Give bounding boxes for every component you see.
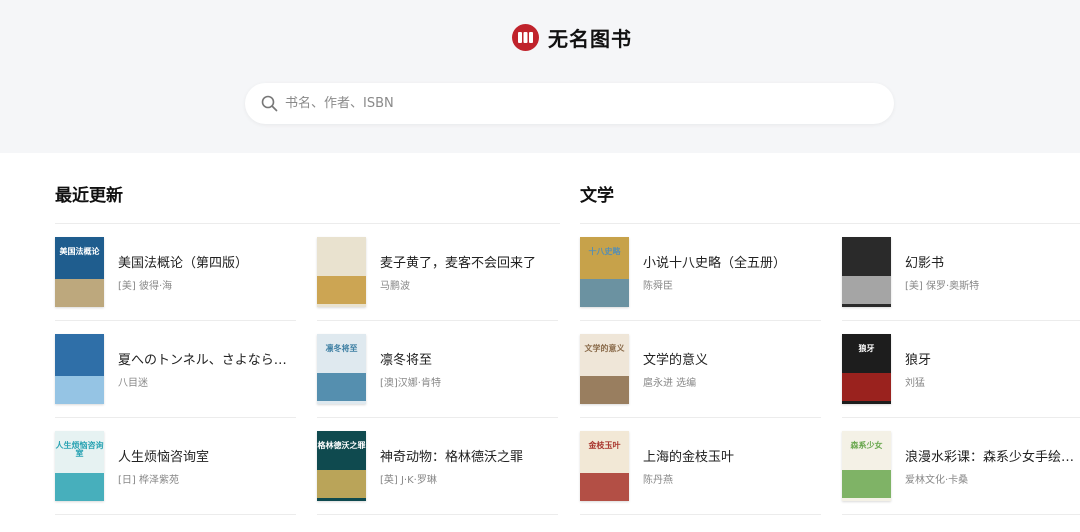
book-card[interactable]: 凛冬将至 凛冬将至 [澳]汉娜·肯特 <box>317 321 558 418</box>
book-logo-icon <box>512 23 539 51</box>
book-author: [日] 桦泽紫苑 <box>118 475 179 486</box>
book-cover[interactable]: 人生烦恼咨询室 <box>55 431 104 501</box>
book-title[interactable]: 麦子黄了，麦客不会回来了 <box>380 252 536 271</box>
book-info: 幻影书 [美] 保罗·奥斯特 <box>905 252 979 292</box>
book-info: 上海的金枝玉叶陈丹燕 <box>643 446 734 486</box>
cover-art <box>842 372 891 401</box>
cover-art <box>55 279 104 307</box>
book-grid: 美国法概论美国法概论（第四版） [美] 彼得·海 麦子黄了，麦客不会回来了马鹏波夏へ… <box>55 224 560 515</box>
cover-title: 森系少女 <box>850 439 883 450</box>
book-card[interactable]: 人生烦恼咨询室 人生烦恼咨询室 [日] 桦泽紫苑 <box>55 418 296 515</box>
book-author: 八目迷 <box>118 378 148 389</box>
cover-art <box>55 376 104 404</box>
book-cover[interactable] <box>317 237 366 307</box>
search-bar[interactable] <box>245 83 894 124</box>
search-input[interactable] <box>285 96 865 111</box>
book-title[interactable]: 上海的金枝玉叶 <box>643 446 734 465</box>
book-info: 狼牙 刘猛 <box>905 349 931 389</box>
book-info: 美国法概论（第四版） [美] 彼得·海 <box>118 252 248 292</box>
section-title[interactable]: 文学 <box>580 180 1080 212</box>
book-title[interactable]: 文学的意义 <box>643 349 708 368</box>
book-card[interactable]: 麦子黄了，麦客不会回来了马鹏波 <box>317 224 558 321</box>
book-title[interactable]: 小说十八史略（全五册） <box>643 252 786 271</box>
cover-title: 十八史略 <box>588 245 621 256</box>
book-cover[interactable]: 金枝玉叶 <box>580 431 629 501</box>
book-info: 小说十八史略（全五册） 陈舜臣 <box>643 252 786 292</box>
book-info: 麦子黄了，麦客不会回来了马鹏波 <box>380 252 536 292</box>
cover-title: 格林德沃之罪 <box>317 439 366 450</box>
book-card[interactable]: 幻影书 [美] 保罗·奥斯特 <box>842 224 1080 321</box>
cover-title: 金枝玉叶 <box>588 439 621 450</box>
cover-title: 文学的意义 <box>584 342 625 353</box>
book-info: 人生烦恼咨询室 [日] 桦泽紫苑 <box>118 446 209 486</box>
section-literature: 文学 十八史略 小说十八史略（全五册） 陈舜臣 幻影书 [美] 保罗·奥斯特 文学的意义文… <box>580 180 1080 515</box>
book-title[interactable]: 美国法概论（第四版） <box>118 252 248 271</box>
book-title[interactable]: 幻影书 <box>905 252 979 271</box>
book-cover[interactable] <box>842 237 891 307</box>
cover-art <box>317 372 366 401</box>
cover-title: 美国法概论 <box>59 245 100 256</box>
brand-name: 无名图书 <box>548 26 632 51</box>
book-cover[interactable] <box>55 334 104 404</box>
cover-art <box>580 376 629 404</box>
cover-title: 狼牙 <box>858 342 875 353</box>
book-title[interactable]: 浪漫水彩课：森系少女手绘技法 <box>905 446 1080 465</box>
book-author: 陈丹燕 <box>643 475 673 486</box>
book-author: [澳]汉娜·肯特 <box>380 378 441 389</box>
book-grid: 十八史略 小说十八史略（全五册） 陈舜臣 幻影书 [美] 保罗·奥斯特 文学的意义 文学的意… <box>580 224 1080 515</box>
book-author: [美] 保罗·奥斯特 <box>905 281 980 292</box>
book-info: 文学的意义扈永进 选编 <box>643 349 708 389</box>
book-card[interactable]: 森系少女浪漫水彩课：森系少女手绘技法爱林文化·卡桑 <box>842 418 1080 515</box>
book-card[interactable]: 美国法概论美国法概论（第四版） [美] 彼得·海 <box>55 224 296 321</box>
book-cover[interactable]: 文学的意义 <box>580 334 629 404</box>
book-author: 扈永进 选编 <box>643 378 697 389</box>
brand[interactable]: 无名图书 <box>512 23 632 51</box>
book-title[interactable]: 夏へのトンネル、さよならの... <box>118 349 296 368</box>
cover-title: 凛冬将至 <box>325 342 358 353</box>
cover-title: 人生烦恼咨询室 <box>55 439 104 459</box>
book-cover[interactable]: 森系少女 <box>842 431 891 501</box>
cover-art <box>317 469 366 498</box>
cover-art <box>842 469 891 498</box>
book-author: 爱林文化·卡桑 <box>905 475 969 486</box>
book-info: 凛冬将至 [澳]汉娜·肯特 <box>380 349 441 389</box>
book-author: 陈舜臣 <box>643 281 673 292</box>
book-author: 马鹏波 <box>380 281 410 292</box>
cover-art <box>842 275 891 304</box>
book-author: [英] J·K·罗琳 <box>380 475 437 486</box>
book-card[interactable]: 格林德沃之罪神奇动物：格林德沃之罪 [英] J·K·罗琳 <box>317 418 558 515</box>
cover-art <box>55 473 104 501</box>
cover-art <box>580 279 629 307</box>
book-author: [美] 彼得·海 <box>118 281 173 292</box>
book-cover[interactable]: 美国法概论 <box>55 237 104 307</box>
book-cover[interactable]: 狼牙 <box>842 334 891 404</box>
book-title[interactable]: 人生烦恼咨询室 <box>118 446 209 465</box>
book-card[interactable]: 十八史略小说十八史略（全五册） 陈舜臣 <box>580 224 821 321</box>
book-card[interactable]: 狼牙 狼牙 刘猛 <box>842 321 1080 418</box>
header-hero: 无名图书 <box>0 0 1080 153</box>
book-title[interactable]: 凛冬将至 <box>380 349 441 368</box>
book-card[interactable]: 夏へのトンネル、さよならの... 八目迷 <box>55 321 296 418</box>
book-cover[interactable]: 格林德沃之罪 <box>317 431 366 501</box>
book-title[interactable]: 神奇动物：格林德沃之罪 <box>380 446 523 465</box>
book-title[interactable]: 狼牙 <box>905 349 931 368</box>
book-info: 夏へのトンネル、さよならの... 八目迷 <box>118 349 296 389</box>
section-title[interactable]: 最近更新 <box>55 180 560 212</box>
cover-art <box>580 473 629 501</box>
search-icon <box>260 95 278 113</box>
book-cover[interactable]: 十八史略 <box>580 237 629 307</box>
cover-art <box>317 275 366 304</box>
book-cover[interactable]: 凛冬将至 <box>317 334 366 404</box>
book-info: 浪漫水彩课：森系少女手绘技法爱林文化·卡桑 <box>905 446 1080 486</box>
book-card[interactable]: 金枝玉叶上海的金枝玉叶陈丹燕 <box>580 418 821 515</box>
book-author: 刘猛 <box>905 378 925 389</box>
section-recent: 最近更新 美国法概论美国法概论（第四版） [美] 彼得·海 麦子黄了，麦客不会回来了… <box>55 180 560 515</box>
book-card[interactable]: 文学的意义 文学的意义 扈永进 选编 <box>580 321 821 418</box>
book-info: 神奇动物：格林德沃之罪 [英] J·K·罗琳 <box>380 446 523 486</box>
